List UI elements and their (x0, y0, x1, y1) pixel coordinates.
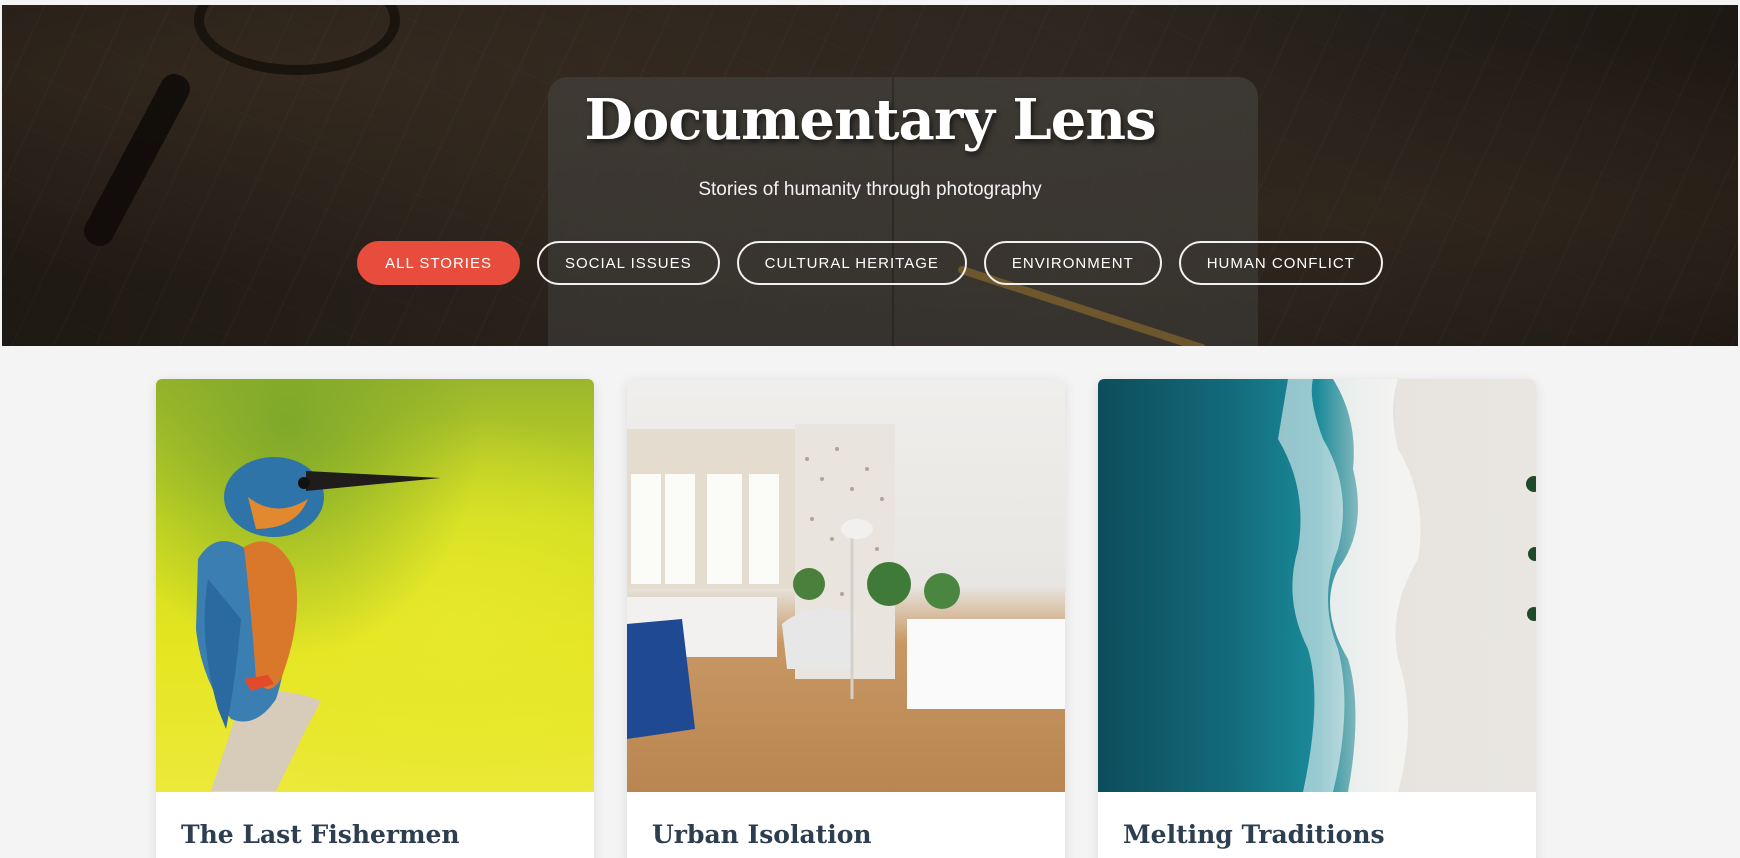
filter-all-stories[interactable]: ALL STORIES (357, 241, 520, 285)
story-card[interactable]: Melting Traditions (1098, 379, 1536, 858)
story-title[interactable]: Melting Traditions (1098, 792, 1536, 849)
filter-cultural-heritage[interactable]: CULTURAL HERITAGE (736, 241, 967, 285)
interior-room-photo[interactable] (627, 379, 1065, 792)
ocean-illustration (1278, 379, 1536, 792)
hero-overlay (2, 5, 1738, 346)
story-title[interactable]: Urban Isolation (627, 792, 1065, 849)
kingfisher-illustration (196, 457, 441, 791)
story-card[interactable]: The Last Fishermen (156, 379, 594, 858)
story-title[interactable]: The Last Fishermen (156, 792, 594, 849)
hero-banner: Documentary Lens Stories of humanity thr… (2, 5, 1738, 346)
site-title: Documentary Lens (584, 87, 1156, 153)
site-subtitle: Stories of humanity through photography (698, 179, 1042, 200)
filter-social-issues[interactable]: SOCIAL ISSUES (536, 241, 720, 285)
aerial-ocean-beach-photo[interactable] (1098, 379, 1536, 792)
filter-environment[interactable]: ENVIRONMENT (983, 241, 1162, 285)
story-grid: The Last Fishermen Urban Isolation Melti… (156, 379, 1536, 858)
story-card[interactable]: Urban Isolation (627, 379, 1065, 858)
category-filter-bar: ALL STORIES SOCIAL ISSUES CULTURAL HERIT… (2, 241, 1738, 285)
filter-human-conflict[interactable]: HUMAN CONFLICT (1178, 241, 1383, 285)
kingfisher-photo[interactable] (156, 379, 594, 792)
interior-illustration (627, 424, 1065, 739)
